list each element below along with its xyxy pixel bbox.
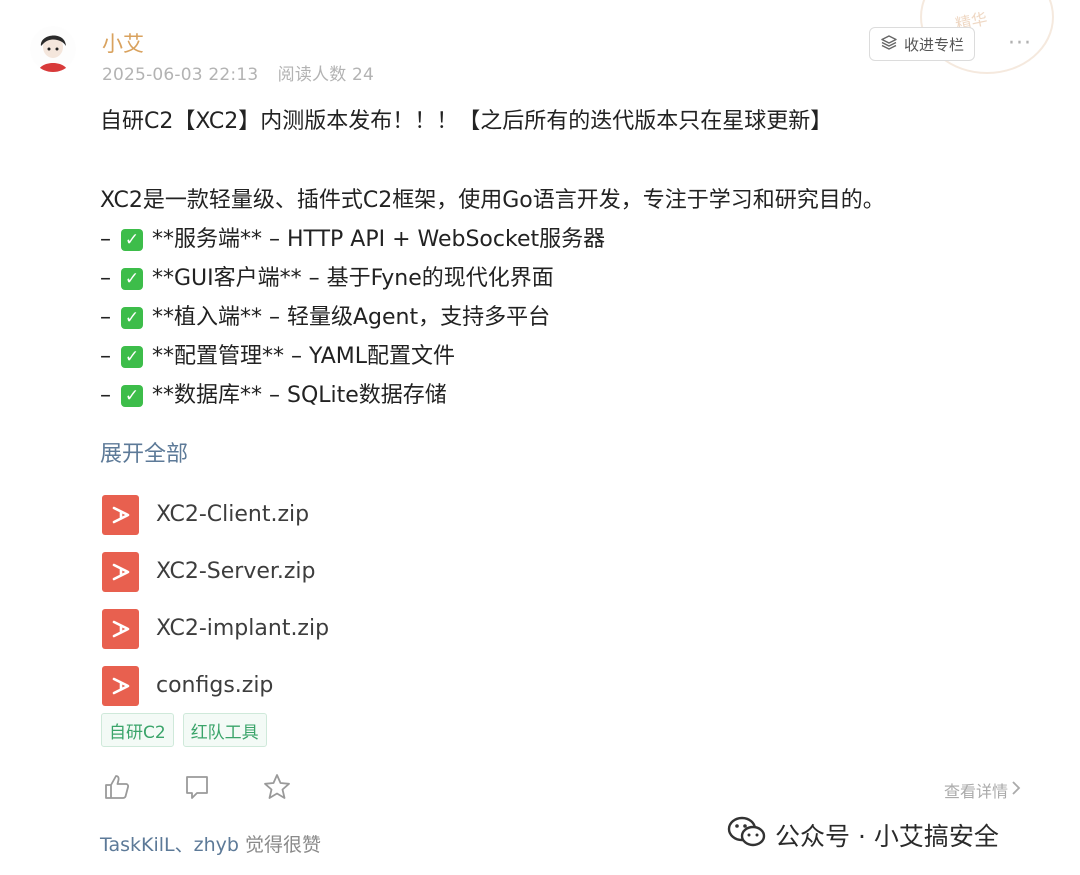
comment-icon[interactable] <box>180 770 214 804</box>
chevron-right-icon <box>1011 780 1021 800</box>
watermark: 公众号 · 小艾搞安全 <box>727 815 999 855</box>
view-details-link[interactable]: 查看详情 <box>944 778 1021 802</box>
post-intro: XC2是一款轻量级、插件式C2框架，使用Go语言开发，专注于学习和研究目的。 <box>100 188 885 213</box>
file-icon <box>102 665 139 706</box>
attachment-name: XC2-Server.zip <box>156 559 316 584</box>
feature-text: **服务端** – HTTP API + WebSocket服务器 <box>152 226 606 252</box>
list-dash: – <box>100 343 111 369</box>
attachment-item[interactable]: XC2-implant.zip <box>102 600 329 657</box>
post-date: 2025-06-03 22:13 <box>102 65 259 85</box>
watermark-text: 公众号 · 小艾搞安全 <box>775 822 999 851</box>
tag-list: 自研C2 红队工具 <box>101 713 267 747</box>
post-title: 自研C2【XC2】内测版本发布！！！【之后所有的迭代版本只在星球更新】 <box>100 109 833 134</box>
attachment-name: XC2-Client.zip <box>156 502 310 527</box>
attachment-list: XC2-Client.zip XC2-Server.zip XC2-implan… <box>102 486 329 714</box>
feature-text: **配置管理** – YAML配置文件 <box>152 343 456 369</box>
more-options-icon[interactable]: ··· <box>1008 33 1032 55</box>
layers-icon <box>880 34 898 54</box>
action-bar <box>100 770 294 804</box>
file-icon <box>102 608 139 649</box>
feature-text: **GUI客户端** – 基于Fyne的现代化界面 <box>152 265 554 291</box>
collect-label: 收进专栏 <box>903 35 964 54</box>
attachment-item[interactable]: XC2-Server.zip <box>102 543 329 600</box>
feature-text: **数据库** – SQLite数据存储 <box>152 382 447 408</box>
check-mark-icon: ✓ <box>121 384 143 407</box>
feature-text: **植入端** – 轻量级Agent，支持多平台 <box>152 304 551 330</box>
wechat-icon <box>727 815 767 855</box>
tag-item[interactable]: 自研C2 <box>101 713 174 747</box>
file-icon <box>102 494 139 535</box>
check-mark-icon: ✓ <box>121 228 143 251</box>
tag-item[interactable]: 红队工具 <box>182 713 267 747</box>
list-dash: – <box>100 304 111 330</box>
check-mark-icon: ✓ <box>121 267 143 290</box>
list-item: – ✓ **服务端** – HTTP API + WebSocket服务器 <box>100 220 605 259</box>
expand-all-link[interactable]: 展开全部 <box>100 436 188 468</box>
check-mark-icon: ✓ <box>121 345 143 368</box>
collect-button[interactable]: 收进专栏 <box>869 27 975 61</box>
file-icon <box>102 551 139 592</box>
list-item: – ✓ **GUI客户端** – 基于Fyne的现代化界面 <box>100 259 605 298</box>
author-name[interactable]: 小艾 <box>102 28 144 58</box>
attachment-name: XC2-implant.zip <box>156 616 330 641</box>
post-meta: 2025-06-03 22:13 阅读人数 24 <box>102 60 374 85</box>
likes-line: TaskKilL、zhyb 觉得很赞 <box>100 830 321 857</box>
view-details-label: 查看详情 <box>944 782 1009 801</box>
star-icon[interactable] <box>260 770 294 804</box>
attachment-item[interactable]: configs.zip <box>102 657 329 714</box>
feature-list: – ✓ **服务端** – HTTP API + WebSocket服务器 – … <box>100 220 605 415</box>
list-item: – ✓ **配置管理** – YAML配置文件 <box>100 337 605 376</box>
liker-names[interactable]: TaskKilL、zhyb <box>100 834 239 856</box>
list-item: – ✓ **数据库** – SQLite数据存储 <box>100 376 605 415</box>
likes-suffix: 觉得很赞 <box>238 834 321 856</box>
list-dash: – <box>100 265 111 291</box>
list-item: – ✓ **植入端** – 轻量级Agent，支持多平台 <box>100 298 605 337</box>
attachment-item[interactable]: XC2-Client.zip <box>102 486 329 543</box>
attachment-name: configs.zip <box>156 673 274 698</box>
list-dash: – <box>100 226 111 252</box>
thumbs-up-icon[interactable] <box>100 770 134 804</box>
check-mark-icon: ✓ <box>121 306 143 329</box>
list-dash: – <box>100 382 111 408</box>
read-count: 阅读人数 24 <box>277 65 375 85</box>
avatar[interactable] <box>30 26 76 72</box>
